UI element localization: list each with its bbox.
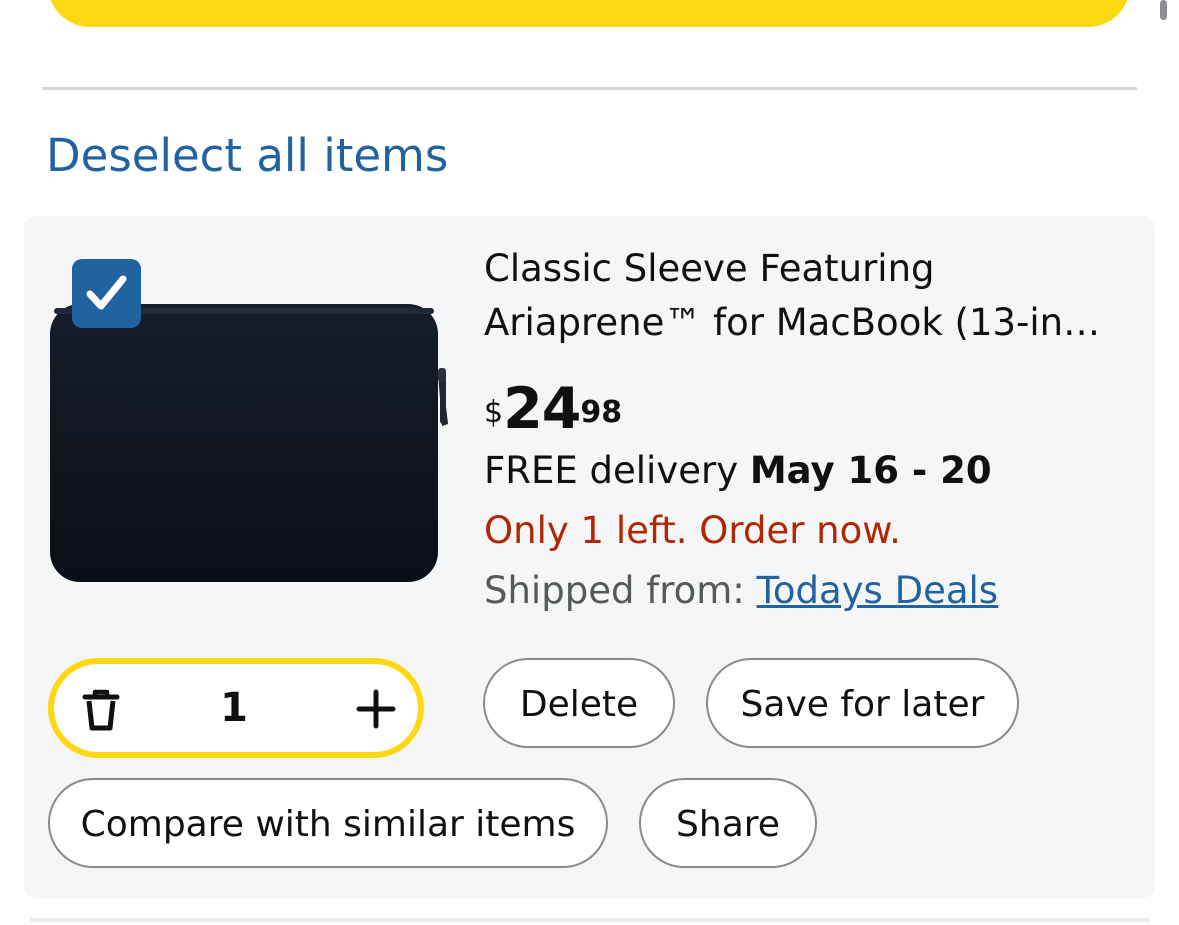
item-select-checkbox[interactable] <box>72 259 141 328</box>
divider <box>30 918 1150 922</box>
cart-item-card: Classic Sleeve Featuring Ariaprene™ for … <box>24 216 1155 898</box>
price-currency: $ <box>484 395 504 430</box>
share-button[interactable]: Share <box>639 778 817 868</box>
product-title-line-2: Ariaprene™ for MacBook (13-in… <box>484 301 1101 344</box>
price-fraction: 98 <box>580 395 623 430</box>
delivery-info: FREE delivery May 16 - 20 <box>484 444 992 498</box>
quantity-stepper: 1 <box>48 658 424 758</box>
proceed-to-checkout-button[interactable] <box>48 0 1130 27</box>
divider <box>42 87 1137 90</box>
seller-link[interactable]: Todays Deals <box>757 569 999 612</box>
stock-message: Only 1 left. Order now. <box>484 509 901 552</box>
cart-page: Deselect all items Classic Sleeve Featur… <box>0 0 1179 925</box>
scrollbar[interactable] <box>1160 0 1167 20</box>
delivery-prefix: FREE delivery <box>484 449 750 492</box>
price-whole: 24 <box>503 376 581 442</box>
shipped-from: Shipped from: Todays Deals <box>484 564 998 618</box>
deselect-all-link[interactable]: Deselect all items <box>46 126 448 186</box>
product-title-line-1: Classic Sleeve Featuring <box>484 247 935 290</box>
product-title[interactable]: Classic Sleeve Featuring Ariaprene™ for … <box>484 242 1124 350</box>
save-for-later-button[interactable]: Save for later <box>706 658 1019 748</box>
checkmark-icon <box>86 275 127 310</box>
quantity-value: 1 <box>220 685 248 731</box>
plus-icon[interactable] <box>356 689 396 729</box>
trash-icon[interactable] <box>80 688 122 732</box>
shipped-from-label: Shipped from: <box>484 569 757 612</box>
delete-button[interactable]: Delete <box>483 658 675 748</box>
delivery-dates: May 16 - 20 <box>749 449 992 492</box>
compare-similar-button[interactable]: Compare with similar items <box>48 778 608 868</box>
